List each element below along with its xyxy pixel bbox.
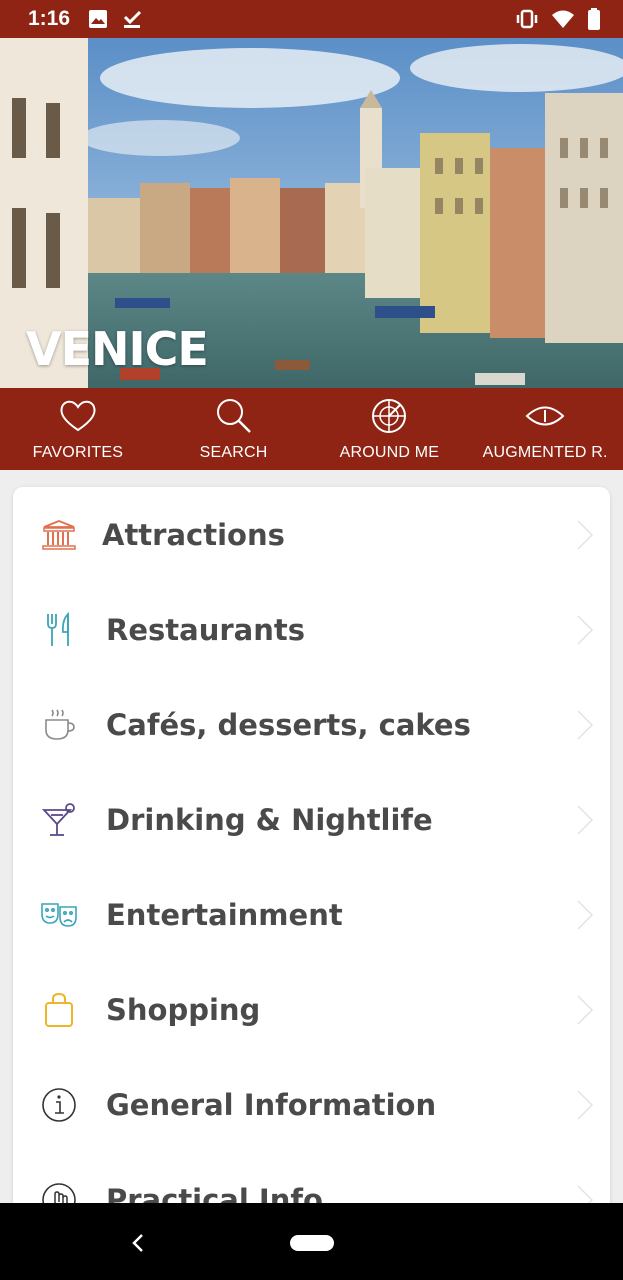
theater-masks-icon <box>37 893 81 937</box>
chevron-right-icon <box>576 709 594 745</box>
augmented-reality-button[interactable]: AUGMENTED R. <box>467 388 623 470</box>
augmented-reality-label: AUGMENTED R. <box>482 444 608 461</box>
search-icon <box>215 396 253 436</box>
chevron-right-icon <box>576 899 594 935</box>
list-item-label: Cafés, desserts, cakes <box>106 707 471 742</box>
back-chevron-icon[interactable] <box>128 1231 148 1259</box>
list-item-label: Entertainment <box>106 897 343 932</box>
city-title: VENICE <box>26 322 209 376</box>
category-list: Attractions Restaurants Cafés, desserts,… <box>13 487 610 1227</box>
around-me-button[interactable]: AROUND ME <box>312 388 468 470</box>
list-item-label: Attractions <box>102 517 285 552</box>
vibrate-icon <box>515 9 539 29</box>
battery-icon <box>587 8 601 30</box>
action-bar: FAVORITES SEARCH AROUND ME AUGMENTED R. <box>0 388 623 470</box>
wifi-icon <box>551 9 575 29</box>
list-item-restaurants[interactable]: Restaurants <box>13 582 610 677</box>
list-item-entertainment[interactable]: Entertainment <box>13 867 610 962</box>
home-pill-icon[interactable] <box>290 1235 334 1251</box>
list-item-cafes[interactable]: Cafés, desserts, cakes <box>13 677 610 772</box>
list-item-label: General Information <box>106 1087 437 1122</box>
search-label: SEARCH <box>199 444 268 461</box>
check-download-icon <box>122 9 142 29</box>
heart-icon <box>59 396 97 436</box>
list-item-label: Drinking & Nightlife <box>106 802 433 837</box>
favorites-label: FAVORITES <box>32 444 124 461</box>
favorites-button[interactable]: FAVORITES <box>0 388 156 470</box>
list-item-label: Shopping <box>106 992 261 1027</box>
shopping-bag-icon <box>37 988 81 1032</box>
chevron-right-icon <box>576 804 594 840</box>
list-item-drinking-nightlife[interactable]: Drinking & Nightlife <box>13 772 610 867</box>
cocktail-icon <box>37 798 81 842</box>
radar-icon <box>370 396 408 436</box>
info-icon <box>37 1083 81 1127</box>
around-me-label: AROUND ME <box>339 444 440 461</box>
list-item-shopping[interactable]: Shopping <box>13 962 610 1057</box>
image-icon <box>88 9 108 29</box>
fork-knife-icon <box>37 608 81 652</box>
list-item-attractions[interactable]: Attractions <box>13 487 610 582</box>
list-item-label: Restaurants <box>106 612 305 647</box>
chevron-right-icon <box>576 1089 594 1125</box>
system-nav-bar <box>0 1203 623 1280</box>
list-item-general-information[interactable]: General Information <box>13 1057 610 1152</box>
hero-image: VENICE <box>0 38 623 388</box>
chevron-right-icon <box>576 994 594 1030</box>
chevron-right-icon <box>576 519 594 555</box>
chevron-right-icon <box>576 614 594 650</box>
monument-icon <box>37 513 81 557</box>
search-button[interactable]: SEARCH <box>156 388 312 470</box>
status-time: 1:16 <box>28 7 71 30</box>
eye-icon <box>525 396 565 436</box>
status-bar: 1:16 <box>0 0 623 38</box>
coffee-cup-icon <box>37 703 81 747</box>
